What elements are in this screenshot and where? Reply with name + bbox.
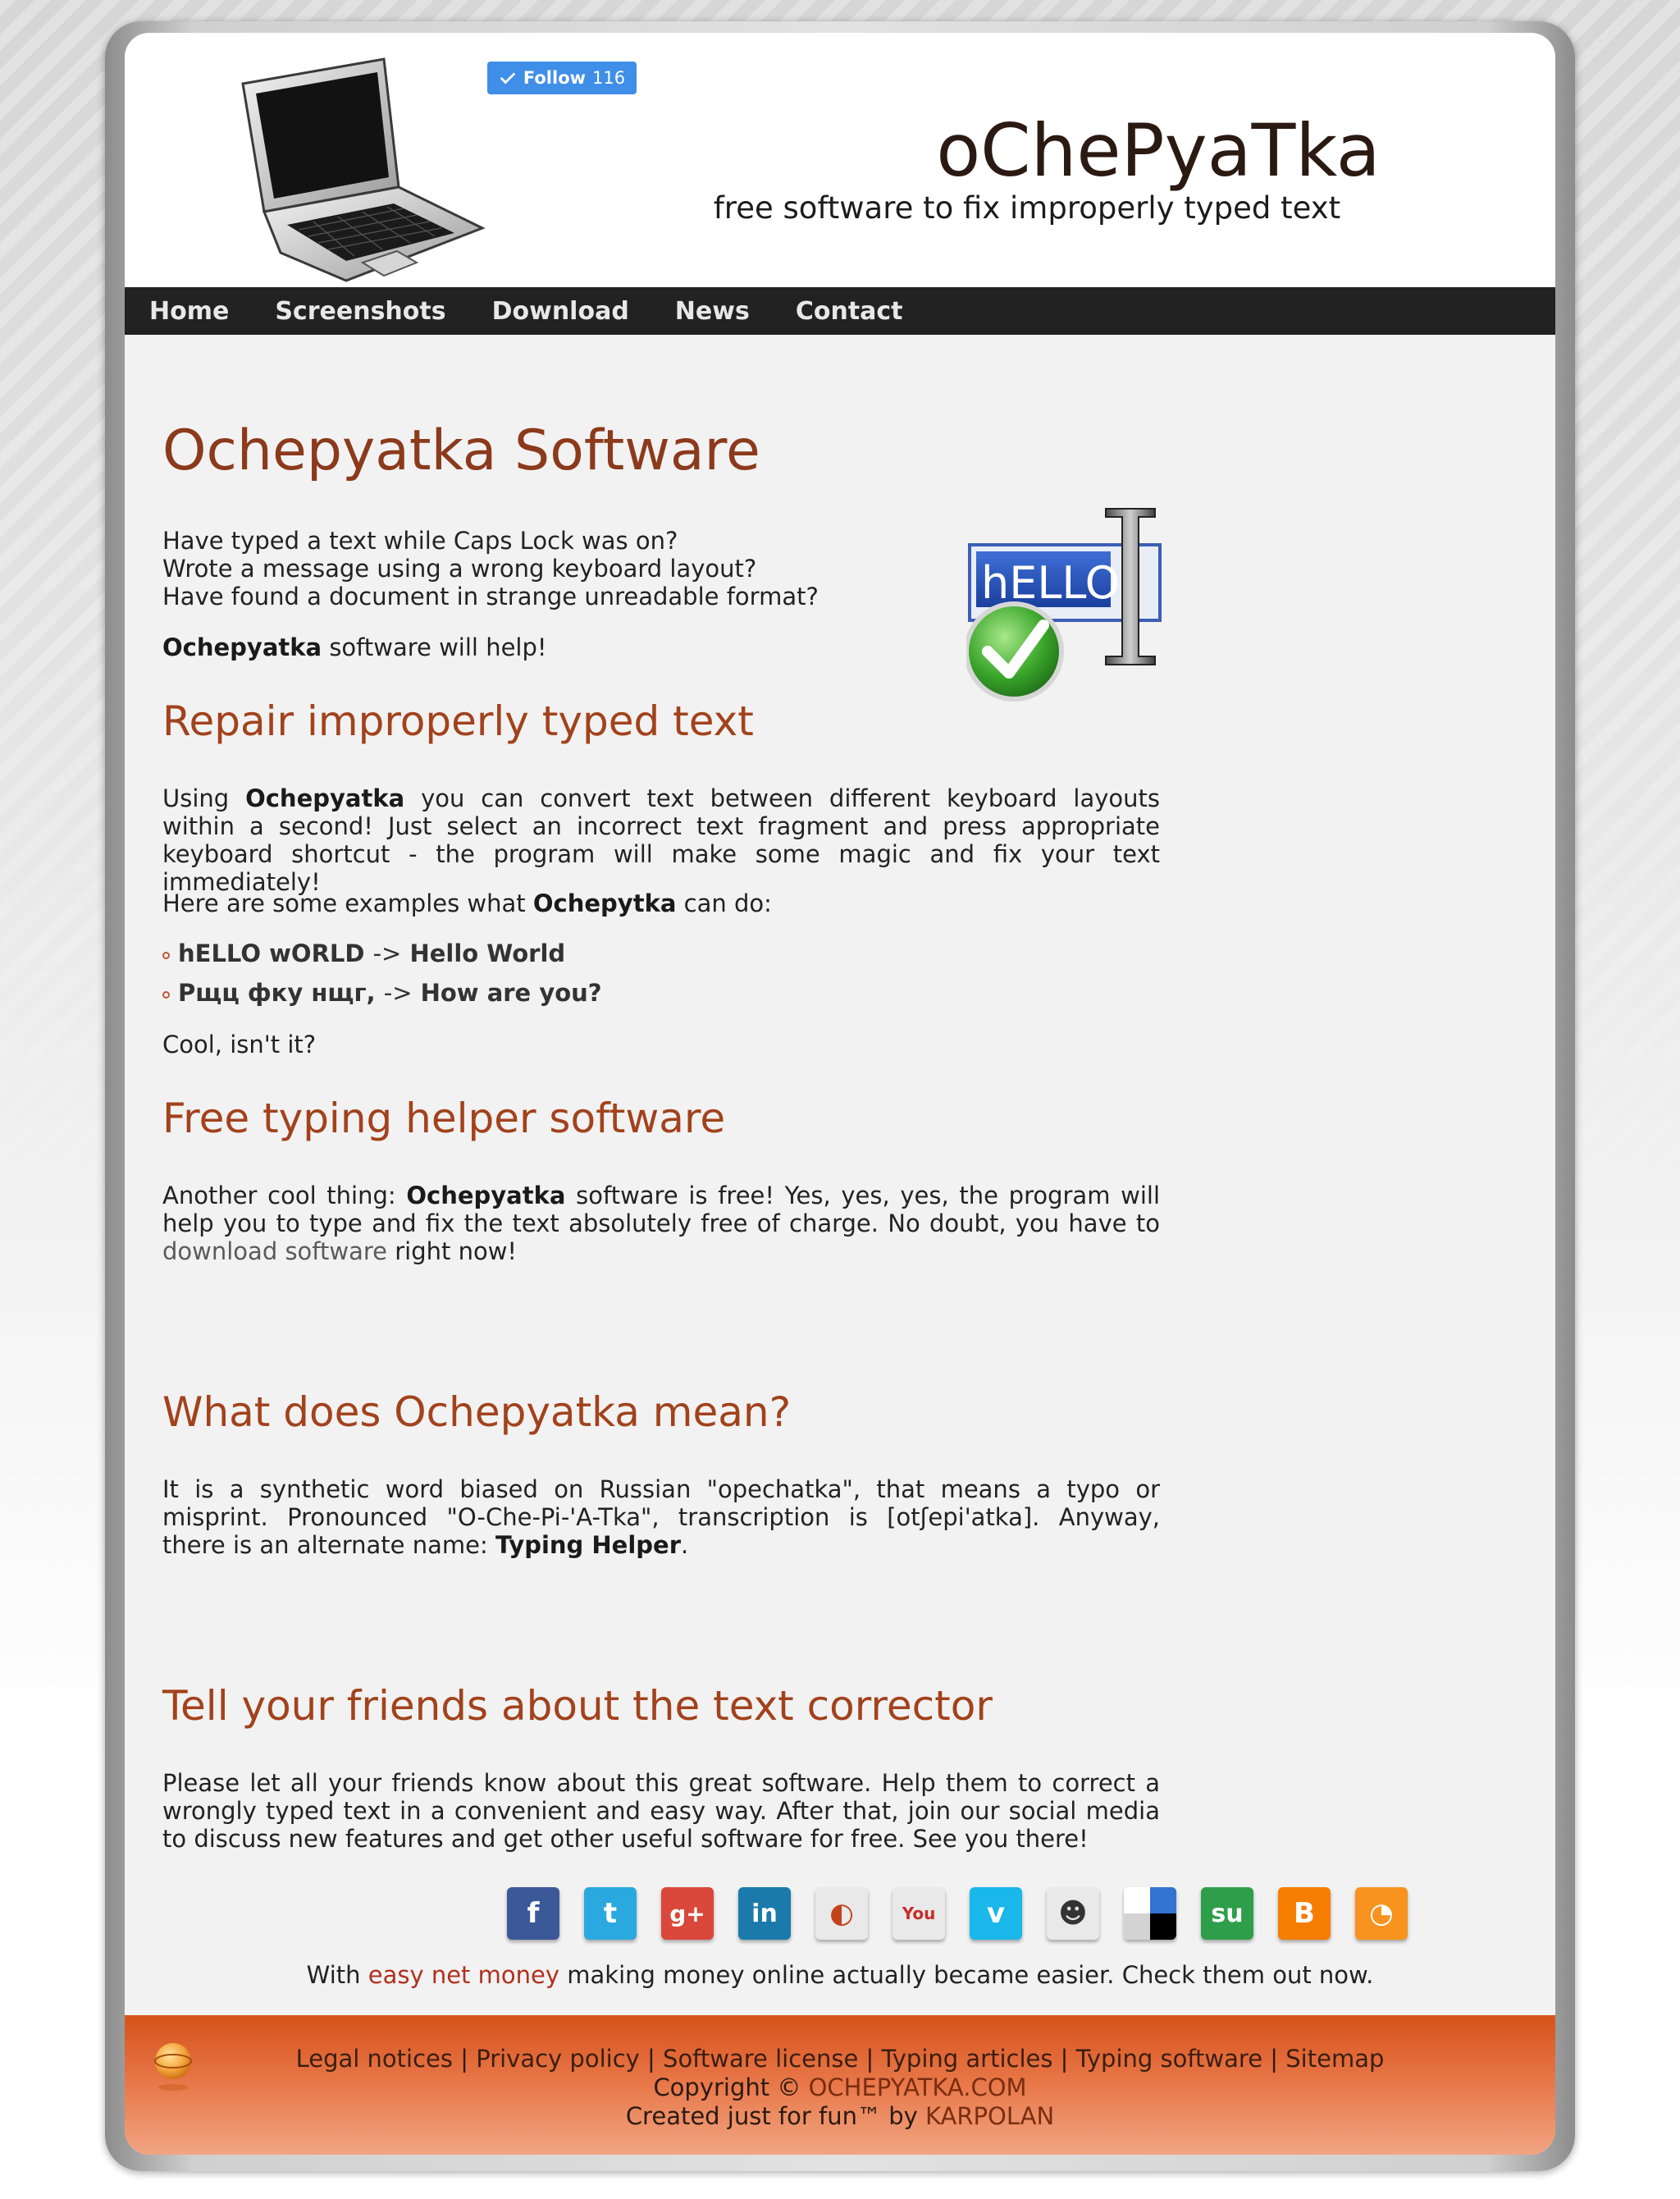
friends-paragraph: Please let all your friends know about t… xyxy=(162,1769,1160,1853)
site-footer: Legal notices | Privacy policy | Softwar… xyxy=(125,2015,1555,2155)
example-item-2: Рщц фку нщг, -> How are you? xyxy=(162,979,602,1007)
follow-label: Follow xyxy=(523,68,587,88)
nav-item-screenshots[interactable]: Screenshots xyxy=(275,297,445,326)
product-name: Ochepyatka xyxy=(162,633,322,661)
repair-paragraph: Using Ochepyatka you can convert text be… xyxy=(162,784,1160,896)
examples-intro: Here are some examples what Ochepytka ca… xyxy=(162,889,1160,917)
example-arrow: -> xyxy=(383,979,413,1007)
example-from: Рщц фку нщг, xyxy=(178,979,376,1007)
blogger-icon[interactable]: B xyxy=(1278,1887,1331,1940)
created-prefix: Created just for fun™ by xyxy=(625,2102,926,2130)
section-heading-friends: Tell your friends about the text correct… xyxy=(162,1682,993,1730)
examples-text-a: Here are some examples what xyxy=(162,889,533,917)
help-rest: software will help! xyxy=(322,633,547,661)
section-heading-repair: Repair improperly typed text xyxy=(162,697,754,745)
nav-item-home[interactable]: Home xyxy=(149,297,229,326)
free-product-name: Ochepyatka xyxy=(406,1182,566,1209)
example-to: Hello World xyxy=(409,939,566,967)
copyright: Copyright © OCHEPYATKA.COM xyxy=(125,2073,1555,2102)
section-heading-free: Free typing helper software xyxy=(162,1095,726,1142)
site-tagline: free software to fix improperly typed te… xyxy=(713,190,1341,226)
footer-link-license[interactable]: Software license xyxy=(663,2045,858,2073)
delicious-icon[interactable] xyxy=(1124,1887,1176,1940)
copyright-prefix: Copyright © xyxy=(653,2073,809,2101)
page-title: Ochepyatka Software xyxy=(162,418,760,483)
site-header: Follow 116 oChePyaTka free software to f… xyxy=(125,33,1555,287)
logo-text: hELLO xyxy=(981,557,1120,609)
promo-text-a: With xyxy=(306,1961,368,1989)
footer-nav: Legal notices | Privacy policy | Softwar… xyxy=(295,2045,1385,2073)
example-item-1: hELLO wORLD -> Hello World xyxy=(162,939,565,967)
example-from: hELLO wORLD xyxy=(178,939,365,967)
promo-text: With easy net money making money online … xyxy=(125,1961,1555,1989)
free-paragraph: Another cool thing: Ochepyatka software … xyxy=(162,1182,1160,1265)
cool-text: Cool, isn't it? xyxy=(162,1031,317,1058)
linkedin-icon[interactable]: in xyxy=(738,1887,791,1940)
examples-product-name: Ochepytka xyxy=(532,889,677,917)
main-nav: Home Screenshots Download News Contact xyxy=(125,287,1555,335)
stumbleupon-icon[interactable]: su xyxy=(1201,1887,1253,1940)
bullet-icon xyxy=(162,990,170,999)
example-to: How are you? xyxy=(420,979,602,1007)
facebook-icon[interactable]: f xyxy=(507,1887,559,1940)
follow-button[interactable]: Follow 116 xyxy=(487,62,637,94)
footer-links: Legal notices | Privacy policy | Softwar… xyxy=(125,2045,1555,2131)
vimeo-icon[interactable]: v xyxy=(970,1887,1022,1940)
twitter-icon[interactable]: t xyxy=(584,1887,637,1940)
promo-text-b: making money online actually became easi… xyxy=(559,1961,1374,1989)
repair-text-a: Using xyxy=(162,784,246,812)
repair-product-name: Ochepyatka xyxy=(245,784,405,812)
bullet-icon xyxy=(162,951,170,959)
example-arrow: -> xyxy=(372,939,402,967)
laptop-icon xyxy=(241,57,486,282)
picasa-icon[interactable]: ◐ xyxy=(815,1887,868,1940)
copyright-site-link[interactable]: OCHEPYATKA.COM xyxy=(809,2073,1027,2101)
alternate-name: Typing Helper xyxy=(495,1531,682,1559)
easy-net-money-link[interactable]: easy net money xyxy=(368,1961,559,1989)
checkmark-icon xyxy=(500,72,516,85)
meaning-paragraph: It is a synthetic word biased on Russian… xyxy=(162,1475,1160,1559)
social-icons: f t g+ in ◐ You v ☻ su B ◔ xyxy=(507,1887,1408,1940)
section-heading-meaning: What does Ochepyatka mean? xyxy=(162,1388,792,1436)
site-title: oChePyaTka xyxy=(936,108,1381,193)
footer-link-articles[interactable]: Typing articles xyxy=(882,2045,1053,2073)
youtube-icon[interactable]: You xyxy=(892,1887,945,1940)
footer-link-software[interactable]: Typing software xyxy=(1076,2045,1262,2073)
nav-item-news[interactable]: News xyxy=(675,297,750,326)
reddit-icon[interactable]: ☻ xyxy=(1047,1887,1099,1940)
nav-item-download[interactable]: Download xyxy=(492,297,629,326)
hello-fix-logo: hELLO xyxy=(966,508,1162,702)
download-software-link[interactable]: download software xyxy=(162,1237,387,1265)
rss-icon[interactable]: ◔ xyxy=(1355,1887,1408,1940)
footer-link-sitemap[interactable]: Sitemap xyxy=(1285,2045,1384,2073)
examples-text-b: can do: xyxy=(676,889,772,917)
meaning-text-b: . xyxy=(681,1531,689,1559)
karpolan-link[interactable]: KARPOLAN xyxy=(925,2102,1054,2130)
created-by: Created just for fun™ by KARPOLAN xyxy=(125,2102,1555,2131)
footer-link-legal[interactable]: Legal notices xyxy=(296,2045,453,2073)
free-text-c: right now! xyxy=(387,1237,518,1265)
footer-link-privacy[interactable]: Privacy policy xyxy=(476,2045,640,2073)
free-text-a: Another cool thing: xyxy=(162,1182,407,1209)
nav-item-contact[interactable]: Contact xyxy=(796,297,903,326)
google-plus-icon[interactable]: g+ xyxy=(661,1887,714,1940)
follow-count: 116 xyxy=(592,68,626,88)
page-container: Follow 116 oChePyaTka free software to f… xyxy=(125,33,1555,2155)
